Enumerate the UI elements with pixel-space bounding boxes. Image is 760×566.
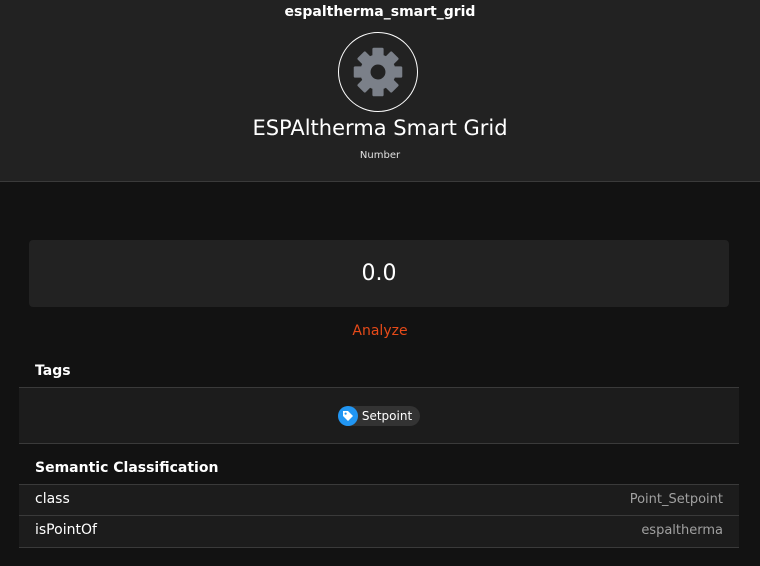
semantic-section-title: Semantic Classification	[35, 460, 219, 476]
analyze-link[interactable]: Analyze	[0, 323, 760, 339]
item-label: ESPAltherma Smart Grid	[252, 116, 508, 140]
item-header: espaltherma_smart_grid ESPAltherma Smart…	[0, 0, 760, 182]
item-type: Number	[359, 150, 401, 161]
semantic-value: espaltherma	[641, 523, 723, 538]
semantic-key: class	[35, 491, 70, 507]
item-icon-frame	[338, 32, 418, 112]
semantic-row-ispointof: isPointOf espaltherma	[19, 515, 739, 548]
item-state-card[interactable]: 0.0	[29, 240, 729, 307]
gear-icon	[353, 47, 403, 97]
tag-icon	[337, 405, 358, 426]
item-state-value: 0.0	[361, 261, 397, 286]
tags-section-title: Tags	[35, 363, 71, 379]
semantic-key: isPointOf	[35, 522, 97, 538]
item-name: espaltherma_smart_grid	[284, 4, 476, 20]
tag-chip-label: Setpoint	[361, 408, 413, 423]
tags-list: Setpoint	[19, 387, 739, 444]
semantic-row-class: class Point_Setpoint	[19, 484, 739, 515]
tag-chip-setpoint[interactable]: Setpoint	[337, 405, 421, 426]
semantic-value: Point_Setpoint	[629, 492, 723, 507]
